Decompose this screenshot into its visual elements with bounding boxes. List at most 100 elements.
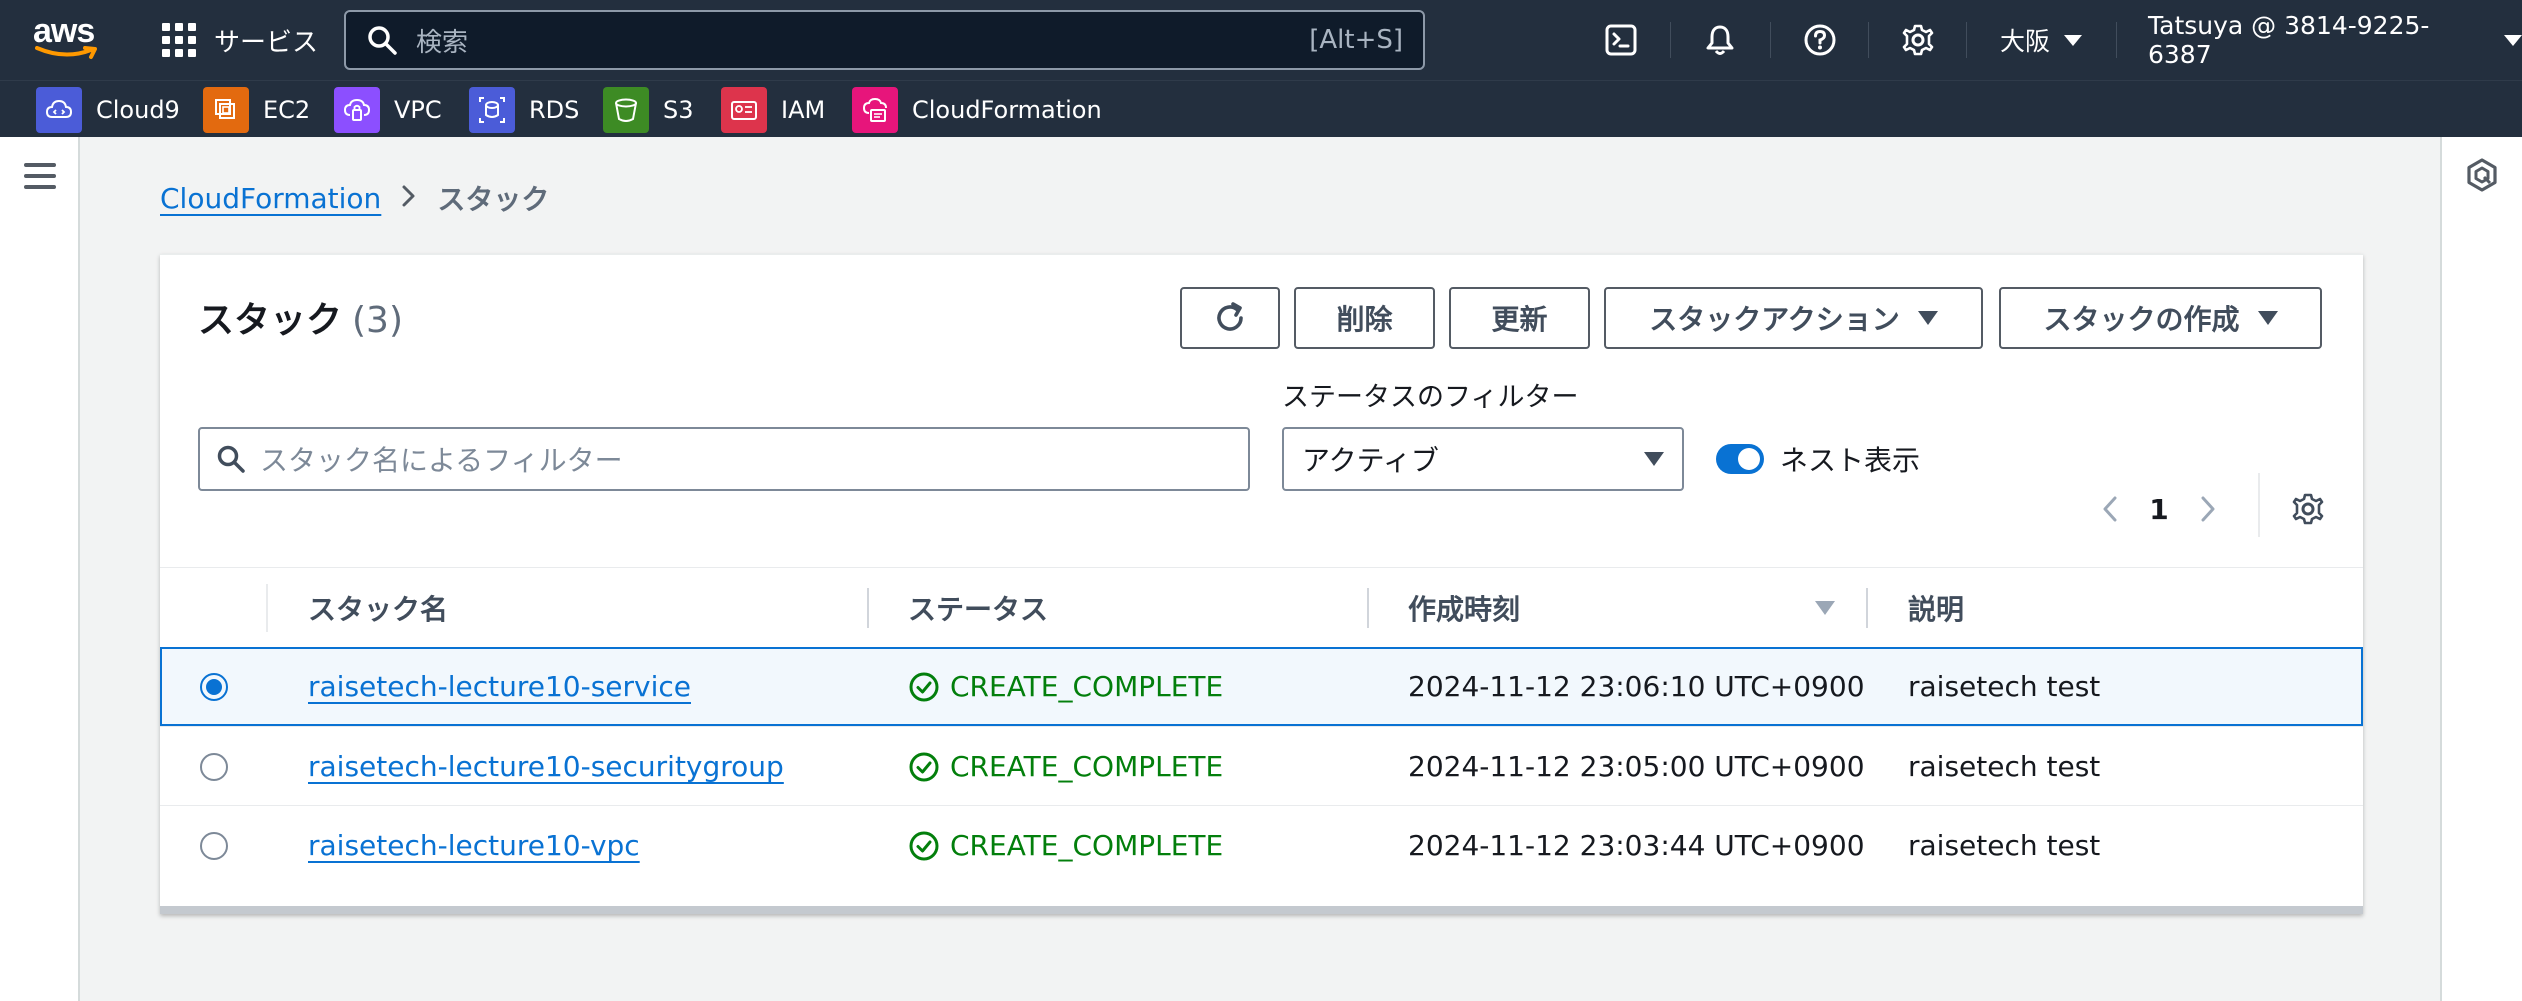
nav-divider [2116, 22, 2117, 58]
created-time-cell: 2024-11-12 23:05:00 UTC+0900 [1408, 750, 1865, 783]
stack-name-link[interactable]: raisetech-lecture10-service [308, 649, 691, 724]
table-row[interactable]: raisetech-lecture10-service CREATE_COMPL… [160, 647, 2363, 726]
hamburger-menu-icon[interactable] [24, 163, 56, 189]
breadcrumb-cloudformation-link[interactable]: CloudFormation [160, 182, 381, 215]
services-menu-button[interactable]: サービス [162, 18, 318, 62]
description-cell: raisetech test [1908, 670, 2101, 703]
left-side-rail [0, 137, 80, 1001]
nested-view-label: ネスト表示 [1780, 444, 1921, 477]
nav-divider [1770, 22, 1771, 58]
favorite-label: EC2 [263, 96, 311, 124]
row-radio-button[interactable] [200, 673, 228, 701]
column-divider[interactable] [1866, 588, 1868, 628]
favorite-s3[interactable]: S3 [603, 87, 694, 133]
column-divider[interactable] [867, 588, 869, 628]
global-search-input[interactable]: 検索 [Alt+S] [344, 10, 1425, 70]
create-stack-label: スタックの作成 [2043, 303, 2240, 336]
breadcrumb: CloudFormation スタック [160, 178, 549, 218]
delete-button-label: 削除 [1336, 303, 1393, 336]
delete-button[interactable]: 削除 [1294, 287, 1435, 349]
top-navigation: aws サービス 検索 [Alt+S] 大阪 Tatsuya @ 3814-92… [0, 0, 2522, 80]
page-number[interactable]: 1 [2130, 493, 2188, 526]
row-radio-button[interactable] [200, 832, 228, 860]
chevron-right-icon [401, 182, 417, 215]
region-label: 大阪 [2000, 27, 2051, 56]
previous-page-icon[interactable] [2090, 489, 2130, 529]
s3-icon [603, 87, 649, 133]
favorite-label: Cloud9 [96, 96, 180, 124]
created-time-cell: 2024-11-12 23:03:44 UTC+0900 [1408, 829, 1865, 862]
account-menu[interactable]: Tatsuya @ 3814-9225-6387 [2148, 11, 2522, 69]
pagination-divider [2258, 473, 2260, 537]
update-button-label: 更新 [1491, 303, 1548, 336]
table-row[interactable]: raisetech-lecture10-securitygroup CREATE… [160, 726, 2363, 805]
cloudshell-icon[interactable] [1601, 20, 1641, 60]
favorite-cloud9[interactable]: Cloud9 [36, 87, 180, 133]
row-radio-button[interactable] [200, 753, 228, 781]
success-check-icon [909, 752, 939, 781]
update-button[interactable]: 更新 [1449, 287, 1590, 349]
caret-down-icon [2257, 311, 2278, 325]
success-check-icon [909, 672, 939, 701]
favorite-label: IAM [781, 96, 826, 124]
stack-actions-dropdown[interactable]: スタックアクション [1604, 287, 1983, 349]
status-text: CREATE_COMPLETE [950, 829, 1224, 862]
refresh-icon [1217, 302, 1243, 331]
favorite-iam[interactable]: IAM [721, 87, 826, 133]
favorite-label: S3 [663, 96, 694, 124]
favorite-cloudformation[interactable]: CloudFormation [852, 87, 1102, 133]
status-filter-select[interactable]: アクティブ [1282, 427, 1684, 491]
next-page-icon[interactable] [2188, 489, 2228, 529]
search-icon [217, 445, 245, 473]
pagination: 1 [2090, 481, 2228, 537]
status-text: CREATE_COMPLETE [950, 750, 1224, 783]
table-row[interactable]: raisetech-lecture10-vpc CREATE_COMPLETE … [160, 805, 2363, 884]
column-header-status[interactable]: ステータス [908, 568, 1048, 648]
help-icon[interactable] [1800, 20, 1840, 60]
stack-name-link[interactable]: raisetech-lecture10-securitygroup [308, 727, 784, 806]
column-divider[interactable] [1367, 588, 1369, 628]
description-cell: raisetech test [1908, 829, 2101, 862]
rds-icon [469, 87, 515, 133]
stack-count: (3) [352, 300, 404, 341]
column-header-description[interactable]: 説明 [1908, 568, 1964, 648]
stack-actions-label: スタックアクション [1649, 303, 1900, 336]
status-text: CREATE_COMPLETE [950, 670, 1224, 703]
description-cell: raisetech test [1908, 750, 2101, 783]
search-shortcut: [Alt+S] [1309, 25, 1403, 55]
region-selector[interactable]: 大阪 [2000, 22, 2083, 58]
success-check-icon [909, 831, 939, 860]
favorite-ec2[interactable]: EC2 [203, 87, 311, 133]
caret-down-icon [1644, 452, 1664, 466]
column-header-created-time[interactable]: 作成時刻 [1408, 568, 1520, 648]
aws-logo[interactable]: aws [33, 14, 101, 62]
stack-name-link[interactable]: raisetech-lecture10-vpc [308, 806, 640, 885]
status-cell: CREATE_COMPLETE [908, 806, 1223, 885]
services-label: サービス [214, 27, 319, 58]
nested-view-toggle[interactable] [1716, 444, 1764, 474]
nav-divider [1868, 22, 1869, 58]
status-cell: CREATE_COMPLETE [908, 727, 1223, 806]
favorite-label: CloudFormation [912, 96, 1102, 124]
nested-view-toggle-group: ネスト表示 [1716, 437, 1920, 481]
refresh-button[interactable] [1180, 287, 1280, 349]
favorite-vpc[interactable]: VPC [334, 87, 442, 133]
filter-placeholder: スタック名によるフィルター [260, 444, 623, 477]
favorite-rds[interactable]: RDS [469, 87, 579, 133]
preferences-gear-icon[interactable] [2280, 481, 2336, 537]
create-stack-dropdown[interactable]: スタックの作成 [1999, 287, 2322, 349]
table-scrollbar[interactable] [160, 906, 2363, 914]
column-divider [266, 584, 268, 632]
stack-name-filter-input[interactable]: スタック名によるフィルター [198, 427, 1250, 491]
account-label: Tatsuya @ 3814-9225-6387 [2148, 11, 2430, 69]
chevron-down-icon [2064, 34, 2083, 46]
column-header-stack-name[interactable]: スタック名 [308, 568, 448, 648]
panel-title-text: スタック [198, 300, 343, 341]
sort-descending-icon[interactable] [1814, 600, 1836, 620]
amazon-q-icon[interactable] [2464, 157, 2500, 193]
notification-bell-icon[interactable] [1700, 20, 1740, 60]
settings-gear-icon[interactable] [1898, 20, 1938, 60]
favorite-label: VPC [394, 96, 442, 124]
nav-divider [1670, 22, 1671, 58]
stacks-table-container: スタック (3) 削除 更新 スタックアクション スタックの作成 ステータスのフィ… [160, 254, 2363, 914]
